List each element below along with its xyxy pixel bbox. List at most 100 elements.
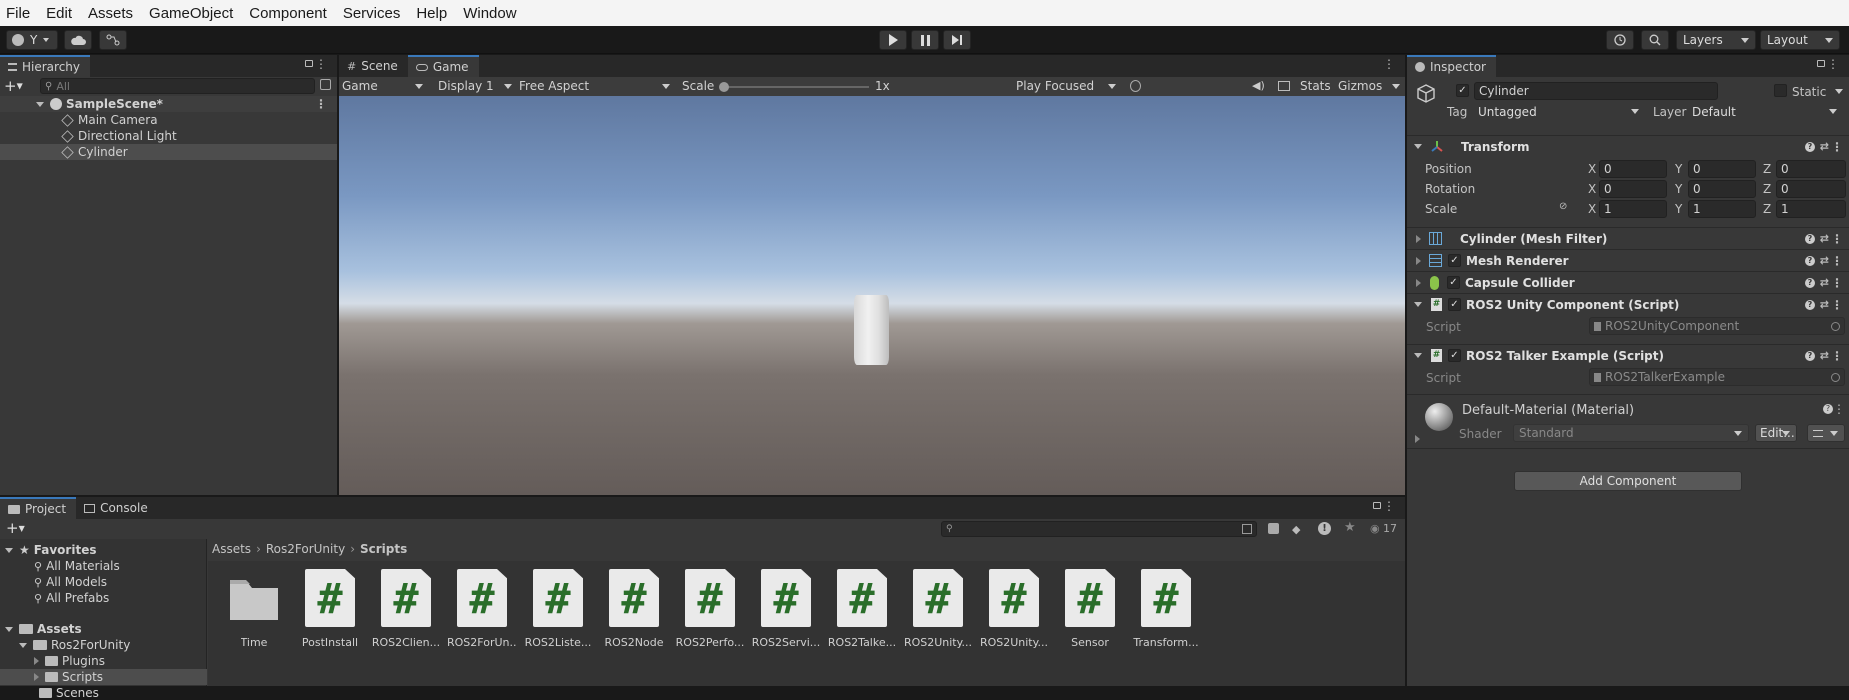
capsule-collider-enabled-checkbox[interactable]: ✓ bbox=[1447, 276, 1460, 289]
material-options-dropdown[interactable] bbox=[1807, 424, 1845, 442]
pause-button[interactable] bbox=[911, 30, 939, 50]
menu-services[interactable]: Services bbox=[343, 5, 401, 22]
static-checkbox[interactable] bbox=[1774, 84, 1787, 97]
link-icon[interactable]: ⊘ bbox=[1559, 201, 1567, 212]
kebab-menu-icon[interactable]: ⋮ bbox=[1383, 499, 1395, 513]
help-icon[interactable]: ? bbox=[1805, 299, 1815, 310]
step-button[interactable] bbox=[943, 30, 971, 50]
kebab-menu-icon[interactable]: ⋮ bbox=[1831, 298, 1843, 312]
transform-header[interactable]: Transform ? ⇄ ⋮ bbox=[1407, 135, 1849, 157]
scale-x-field[interactable]: 1 bbox=[1599, 200, 1667, 218]
filter-label-icon[interactable]: ◆ bbox=[1292, 523, 1300, 536]
hierarchy-item[interactable]: Main Camera bbox=[0, 112, 337, 128]
scale-y-field[interactable]: 1 bbox=[1688, 200, 1756, 218]
help-icon[interactable]: ? bbox=[1823, 404, 1833, 414]
object-name-input[interactable]: Cylinder bbox=[1474, 82, 1718, 100]
capsule-collider-header[interactable]: ✓ Capsule Collider ? ⇄ ⋮ bbox=[1407, 271, 1849, 293]
preset-icon[interactable]: ⇄ bbox=[1820, 349, 1829, 362]
ros2-unity-component-enabled-checkbox[interactable]: ✓ bbox=[1448, 298, 1461, 311]
kebab-menu-icon[interactable]: ⋮ bbox=[1831, 254, 1843, 268]
project-create-button[interactable]: +▼ bbox=[6, 519, 25, 537]
position-y-field[interactable]: 0 bbox=[1688, 160, 1756, 178]
kebab-menu-icon[interactable]: ⋮ bbox=[1383, 57, 1395, 71]
bug-icon[interactable] bbox=[1130, 80, 1141, 92]
help-icon[interactable]: ? bbox=[1805, 277, 1815, 288]
menu-file[interactable]: File bbox=[6, 5, 30, 22]
favorite-star-icon[interactable]: ★ bbox=[1344, 520, 1356, 535]
mesh-renderer-enabled-checkbox[interactable]: ✓ bbox=[1448, 254, 1461, 267]
help-icon[interactable]: ? bbox=[1805, 141, 1815, 152]
file-item-script[interactable]: # ROS2Liste... bbox=[523, 569, 593, 649]
object-picker-icon[interactable] bbox=[1831, 372, 1840, 382]
layout-dropdown[interactable]: Layout bbox=[1760, 30, 1840, 50]
tab-hierarchy[interactable]: Hierarchy bbox=[0, 55, 91, 77]
warning-filter-icon[interactable]: ! bbox=[1318, 522, 1331, 535]
stats-grid-icon[interactable] bbox=[1278, 81, 1290, 91]
tab-game[interactable]: Game bbox=[407, 55, 479, 77]
menu-gameobject[interactable]: GameObject bbox=[149, 5, 233, 22]
menu-component[interactable]: Component bbox=[249, 5, 327, 22]
favorites-row[interactable]: ★ Favorites bbox=[0, 542, 207, 558]
kebab-menu-icon[interactable]: ⋮ bbox=[315, 97, 327, 111]
preset-icon[interactable]: ⇄ bbox=[1820, 276, 1829, 289]
rotation-z-field[interactable]: 0 bbox=[1776, 180, 1846, 198]
breadcrumb-item[interactable]: Assets bbox=[212, 542, 251, 556]
position-z-field[interactable]: 0 bbox=[1776, 160, 1846, 178]
breadcrumb-item-current[interactable]: Scripts bbox=[360, 542, 407, 556]
menu-window[interactable]: Window bbox=[463, 5, 516, 22]
script-field[interactable]: ROS2TalkerExample bbox=[1589, 368, 1845, 386]
file-item-script[interactable]: # ROS2Talke... bbox=[827, 569, 897, 649]
kebab-menu-icon[interactable]: ⋮ bbox=[1831, 349, 1843, 363]
mesh-renderer-header[interactable]: ✓ Mesh Renderer ? ⇄ ⋮ bbox=[1407, 249, 1849, 271]
kebab-menu-icon[interactable]: ⋮ bbox=[1827, 57, 1839, 71]
file-item-script[interactable]: # Transform... bbox=[1131, 569, 1201, 649]
file-item-script[interactable]: # Sensor bbox=[1055, 569, 1125, 649]
tab-project[interactable]: Project bbox=[0, 497, 77, 519]
tag-dropdown[interactable]: Untagged bbox=[1473, 103, 1645, 121]
aspect-dropdown[interactable]: Free Aspect bbox=[519, 78, 674, 94]
file-item-script[interactable]: # ROS2Perfo... bbox=[675, 569, 745, 649]
scene-picker-icon[interactable] bbox=[320, 79, 331, 90]
kebab-menu-icon[interactable]: ⋮ bbox=[1831, 232, 1843, 246]
file-item-script[interactable]: # ROS2ForUn... bbox=[447, 569, 517, 649]
stats-button[interactable]: Stats bbox=[1300, 78, 1331, 94]
lock-icon[interactable] bbox=[305, 60, 313, 67]
favorite-item[interactable]: ⚲ All Prefabs bbox=[0, 590, 207, 606]
kebab-menu-icon[interactable]: ⋮ bbox=[1831, 140, 1843, 154]
chevron-down-icon[interactable] bbox=[1835, 89, 1843, 94]
menu-help[interactable]: Help bbox=[416, 5, 447, 22]
help-icon[interactable]: ? bbox=[1805, 255, 1815, 266]
hierarchy-create-button[interactable]: +▼ bbox=[4, 78, 23, 95]
material-edit-button[interactable]: Edit... bbox=[1755, 424, 1797, 442]
active-checkbox[interactable]: ✓ bbox=[1456, 84, 1469, 97]
ros2-talker-example-enabled-checkbox[interactable]: ✓ bbox=[1448, 349, 1461, 362]
favorite-item[interactable]: ⚲ All Models bbox=[0, 574, 207, 590]
gizmos-dropdown[interactable]: Gizmos bbox=[1338, 78, 1402, 94]
cloud-button[interactable] bbox=[64, 30, 92, 50]
menu-edit[interactable]: Edit bbox=[46, 5, 72, 22]
preset-icon[interactable]: ⇄ bbox=[1820, 232, 1829, 245]
hierarchy-item[interactable]: Directional Light bbox=[0, 128, 337, 144]
breadcrumb-item[interactable]: Ros2ForUnity bbox=[266, 542, 345, 556]
rotation-x-field[interactable]: 0 bbox=[1599, 180, 1667, 198]
game-viewport[interactable] bbox=[339, 96, 1405, 495]
file-item-script[interactable]: # ROS2Unity... bbox=[979, 569, 1049, 649]
ros2-unity-component-header[interactable]: # ✓ ROS2 Unity Component (Script) ? ⇄ ⋮ bbox=[1407, 293, 1849, 315]
foldout-closed-icon[interactable] bbox=[1415, 435, 1420, 443]
scale-z-field[interactable]: 1 bbox=[1776, 200, 1846, 218]
kebab-menu-icon[interactable]: ⋮ bbox=[1833, 402, 1845, 416]
lock-icon[interactable] bbox=[1373, 502, 1381, 509]
play-focused-dropdown[interactable]: Play Focused bbox=[1016, 78, 1120, 94]
file-item-script[interactable]: # ROS2Servi... bbox=[751, 569, 821, 649]
scale-slider-thumb[interactable] bbox=[719, 82, 729, 92]
rotation-y-field[interactable]: 0 bbox=[1688, 180, 1756, 198]
preset-icon[interactable]: ⇄ bbox=[1820, 140, 1829, 153]
collab-button[interactable] bbox=[99, 30, 127, 50]
lock-icon[interactable] bbox=[1817, 60, 1825, 67]
object-picker-icon[interactable] bbox=[1831, 321, 1840, 331]
tree-folder-item-selected[interactable]: Scripts bbox=[0, 669, 207, 685]
tree-folder-item[interactable]: Plugins bbox=[0, 653, 207, 669]
account-button[interactable]: Y bbox=[6, 30, 58, 50]
tab-inspector[interactable]: Inspector bbox=[1407, 55, 1496, 77]
project-search-input[interactable]: ⚲ bbox=[941, 521, 1257, 537]
